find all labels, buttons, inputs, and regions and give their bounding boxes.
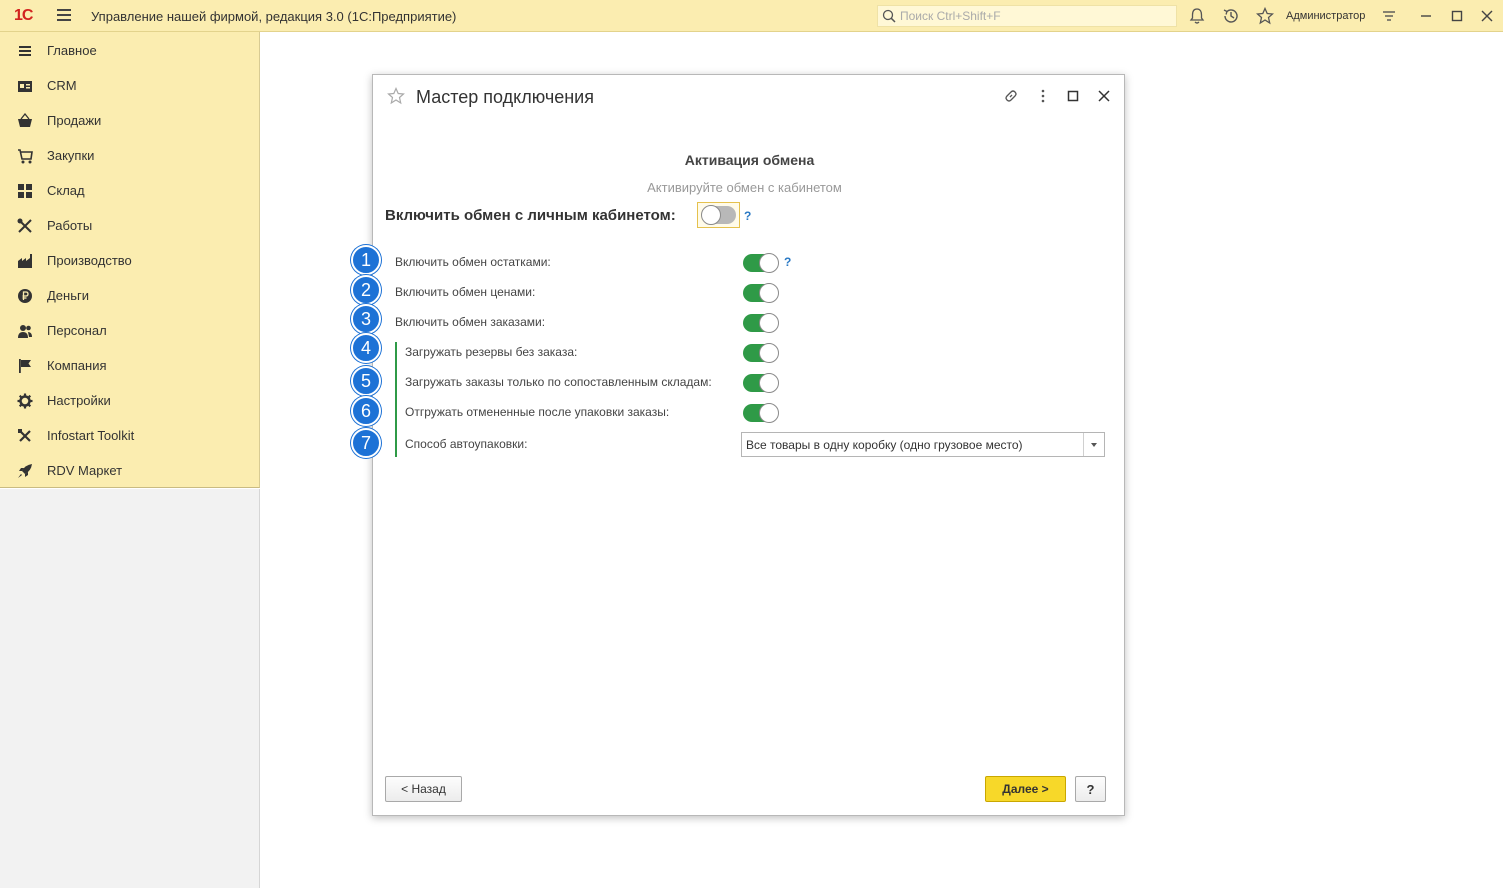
toggle-order-exchange[interactable] <box>743 313 779 333</box>
sidebar-item-label: Закупки <box>47 148 95 163</box>
gear-icon <box>17 393 33 408</box>
close-icon[interactable] <box>1478 7 1496 25</box>
dropdown-arrow-icon[interactable] <box>1083 433 1104 456</box>
factory-icon <box>18 253 32 268</box>
next-button[interactable]: Далее > <box>985 776 1066 802</box>
toggle-reserves-without-order[interactable] <box>743 343 779 363</box>
rocket-icon <box>18 463 32 478</box>
step-badge-5: 5 <box>351 366 381 396</box>
step-badge-4: 4 <box>351 333 381 363</box>
history-icon[interactable] <box>1222 7 1240 25</box>
sidebar-item-label: Продажи <box>47 113 102 128</box>
sidebar-item-settings[interactable]: Настройки <box>0 383 259 418</box>
flag-icon <box>19 358 31 373</box>
sidebar-item-company[interactable]: Компания <box>0 348 259 383</box>
sidebar-item-personnel[interactable]: Персонал <box>0 313 259 348</box>
main-toggle-help[interactable]: ? <box>744 209 751 223</box>
option-label-autopacking: Способ автоупаковки: <box>405 437 528 451</box>
cart-icon <box>18 148 33 163</box>
sidebar-item-works[interactable]: Работы <box>0 208 259 243</box>
toggle-matched-warehouses[interactable] <box>743 373 779 393</box>
search-box[interactable] <box>877 5 1177 27</box>
toggle-stock-exchange[interactable] <box>743 253 779 273</box>
toggle-ship-cancelled[interactable] <box>743 403 779 423</box>
people-icon <box>18 324 32 338</box>
sidebar-item-main[interactable]: Главное <box>0 33 259 68</box>
option-label-orders: Включить обмен заказами: <box>395 315 546 329</box>
step-badge-3: 3 <box>351 304 381 334</box>
user-name[interactable]: Администратор <box>1286 10 1365 22</box>
basket-icon <box>18 112 32 127</box>
sidebar-item-label: Деньги <box>47 288 89 303</box>
sidebar-item-label: Работы <box>47 218 93 233</box>
option-label-prices: Включить обмен ценами: <box>395 285 536 299</box>
option-label-stock: Включить обмен остатками: <box>395 255 551 269</box>
minimize-icon[interactable] <box>1417 7 1435 25</box>
autopacking-select[interactable]: Все товары в одну коробку (одно грузовое… <box>741 432 1105 457</box>
more-options-icon[interactable] <box>1035 88 1051 104</box>
main-toggle-label: Включить обмен с личным кабинетом: <box>385 207 676 224</box>
sidebar-item-rdv-market[interactable]: RDV Маркет <box>0 453 259 488</box>
option-label-cancelled-orders: Отгружать отмененные после упаковки зака… <box>405 405 670 419</box>
suboption-group-line <box>395 342 397 457</box>
option-label-reserves: Загружать резервы без заказа: <box>405 345 578 359</box>
step-badge-7: 7 <box>351 428 381 458</box>
sidebar-item-label: Персонал <box>47 323 107 338</box>
dialog-title: Мастер подключения <box>416 87 594 107</box>
maximize-icon[interactable] <box>1448 7 1466 25</box>
step-badge-2: 2 <box>351 275 381 305</box>
step-badge-1: 1 <box>351 245 381 275</box>
main-menu-button[interactable] <box>57 9 71 21</box>
toggle-price-exchange[interactable] <box>743 283 779 303</box>
top-bar: 1С Управление нашей фирмой, редакция 3.0… <box>0 0 1503 32</box>
sidebar-item-label: RDV Маркет <box>47 463 123 478</box>
sidebar-item-label: Infostart Toolkit <box>47 428 135 443</box>
grid-icon <box>18 183 32 198</box>
autopacking-value: Все товары в одну коробку (одно грузовое… <box>746 438 1023 452</box>
tools-icon <box>17 218 32 233</box>
sidebar-empty-area <box>0 489 260 888</box>
maximize-dialog-icon[interactable] <box>1065 88 1081 104</box>
sidebar-item-warehouse[interactable]: Склад <box>0 173 259 208</box>
step-subtitle: Активируйте обмен с кабинетом <box>647 180 842 195</box>
app-title: Управление нашей фирмой, редакция 3.0 (1… <box>91 9 457 24</box>
sidebar-item-label: CRM <box>47 78 77 93</box>
step-title: Активация обмена <box>684 152 815 168</box>
sidebar-item-crm[interactable]: CRM <box>0 68 259 103</box>
stock-help[interactable]: ? <box>784 255 791 269</box>
ruble-icon <box>18 288 32 303</box>
sidebar-item-production[interactable]: Производство <box>0 243 259 278</box>
step-badge-6: 6 <box>351 396 381 426</box>
sidebar-item-money[interactable]: Деньги <box>0 278 259 313</box>
sidebar-item-label: Склад <box>47 183 85 198</box>
star-icon[interactable] <box>1256 7 1274 25</box>
settings-lines-icon[interactable] <box>1380 7 1398 25</box>
crm-icon <box>18 80 32 92</box>
search-icon <box>882 9 896 23</box>
close-dialog-icon[interactable] <box>1096 88 1112 104</box>
app-logo[interactable]: 1С <box>14 7 33 25</box>
sidebar-item-label: Настройки <box>47 393 111 408</box>
link-icon[interactable] <box>1003 88 1019 104</box>
main-toggle-focus-frame <box>697 202 740 228</box>
main-exchange-toggle[interactable] <box>701 205 736 225</box>
menu-icon <box>19 45 31 56</box>
sidebar-item-label: Главное <box>47 43 97 58</box>
help-button[interactable]: ? <box>1075 776 1106 802</box>
favorite-star-icon[interactable] <box>387 87 405 105</box>
sidebar-item-infostart-toolkit[interactable]: Infostart Toolkit <box>0 418 259 453</box>
search-input[interactable] <box>900 9 1170 23</box>
back-button[interactable]: < Назад <box>385 776 462 802</box>
bell-icon[interactable] <box>1188 7 1206 25</box>
wrench-icon <box>18 428 31 442</box>
option-label-matched-warehouses: Загружать заказы только по сопоставленны… <box>405 375 712 389</box>
sidebar-item-label: Производство <box>47 253 132 268</box>
sidebar-item-purchases[interactable]: Закупки <box>0 138 259 173</box>
sidebar-item-label: Компания <box>47 358 107 373</box>
connection-wizard-dialog: Мастер подключения Активация обмена Акти… <box>351 74 1125 816</box>
sidebar-item-sales[interactable]: Продажи <box>0 103 259 138</box>
sidebar: Главное CRM Продажи Закупки Склад Работы… <box>0 32 260 488</box>
